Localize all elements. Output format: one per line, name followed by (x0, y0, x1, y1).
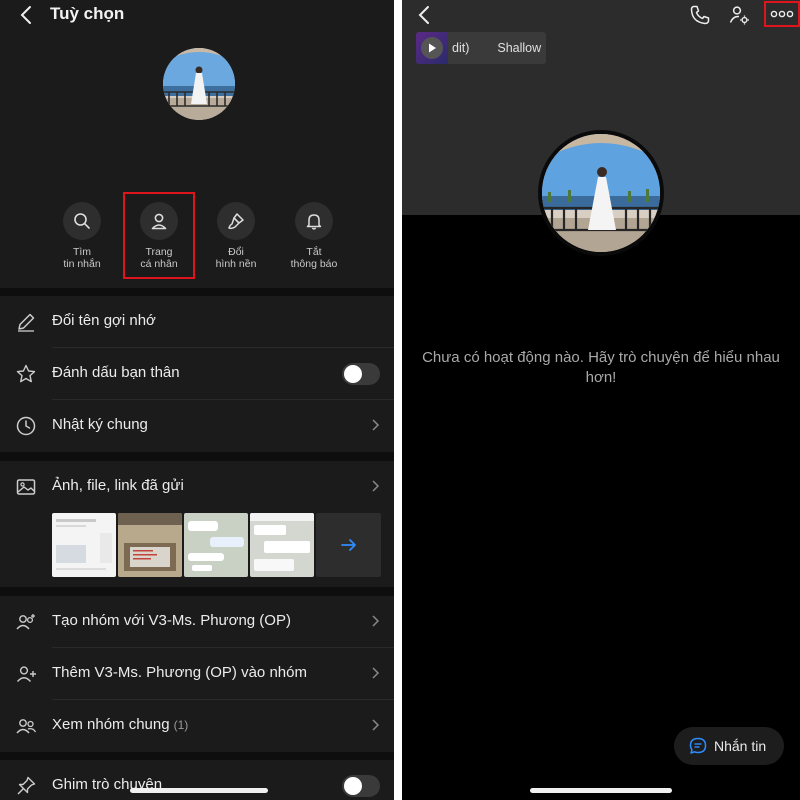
row-label: Ảnh, file, link đã gửi (52, 477, 184, 494)
user-settings-icon (729, 6, 749, 25)
call-button[interactable] (688, 3, 712, 27)
send-message-button[interactable]: Nhắn tin (674, 727, 784, 765)
chevron-right-icon (372, 615, 380, 627)
common-groups-row[interactable]: Xem nhóm chung (1) (0, 700, 394, 752)
star-icon (16, 364, 36, 383)
add-user-icon (16, 666, 36, 682)
search-messages-action[interactable]: Tìm tin nhắn (42, 202, 122, 270)
best-friend-row: Đánh dấu bạn thân (0, 348, 394, 400)
row-label: Nhật ký chung (52, 416, 148, 433)
chevron-right-icon (372, 719, 380, 731)
options-screen: Tuỳ chọn Tìm tin nhắn Trang cá nhân Đổi … (0, 0, 394, 800)
avatar-frame (538, 130, 664, 256)
arrow-right-icon (340, 539, 356, 551)
pencil-icon (18, 313, 35, 332)
view-more-media-button[interactable] (316, 513, 381, 577)
media-thumbnail[interactable] (118, 513, 182, 577)
media-section: Ảnh, file, link đã gửi (0, 461, 394, 587)
avatar[interactable] (542, 134, 660, 252)
rename-row[interactable]: Đổi tên gợi nhớ (0, 296, 394, 348)
pin-chat-toggle[interactable] (342, 775, 380, 797)
group-section: Tạo nhóm với V3-Ms. Phương (OP) Thêm V3-… (0, 596, 394, 752)
group-icon (16, 719, 37, 734)
play-button[interactable] (421, 37, 443, 59)
add-group-icon (16, 614, 35, 630)
pin-section: Ghim trò chuyện (0, 760, 394, 800)
phone-icon (690, 5, 710, 25)
chevron-left-icon (20, 6, 31, 24)
media-thumbnail[interactable] (52, 513, 116, 577)
quick-action-label: thông báo (290, 258, 338, 270)
add-to-group-row[interactable]: Thêm V3-Ms. Phương (OP) vào nhóm (0, 648, 394, 700)
profile-music-player[interactable]: dit) Shallow (416, 32, 546, 64)
chevron-right-icon (372, 480, 380, 492)
album-art (416, 32, 448, 64)
best-friend-toggle[interactable] (342, 363, 380, 385)
row-label: Đánh dấu bạn thân (52, 364, 180, 381)
user-settings-button[interactable] (727, 3, 751, 27)
toggle-knob (344, 777, 362, 795)
pin-chat-row: Ghim trò chuyện (0, 760, 394, 800)
search-icon (74, 213, 90, 229)
quick-action-label: tin nhắn (63, 258, 101, 270)
create-group-row[interactable]: Tạo nhóm với V3-Ms. Phương (OP) (0, 596, 394, 648)
common-groups-count: (1) (173, 718, 189, 732)
music-title: Shallow (497, 41, 542, 55)
chat-bubble-icon (689, 737, 707, 754)
quick-action-label: Tìm (72, 246, 92, 258)
common-groups-label: Xem nhóm chung (52, 716, 170, 733)
pin-icon (17, 776, 36, 795)
clock-icon (16, 416, 36, 436)
mute-notifications-action[interactable]: Tắt thông báo (274, 202, 354, 270)
row-label: Thêm V3-Ms. Phương (OP) vào nhóm (52, 664, 307, 681)
top-bar: Tuỳ chọn (0, 0, 394, 30)
settings-section-1: Đổi tên gợi nhớ Đánh dấu bạn thân Nhật k… (0, 296, 394, 452)
image-icon (16, 479, 36, 495)
row-label: Xem nhóm chung (1) (52, 716, 188, 733)
play-icon (429, 43, 436, 53)
quick-action-label: Tắt (306, 246, 322, 258)
back-button[interactable] (16, 4, 38, 26)
music-title-fragment: dit) (452, 41, 470, 55)
profile-header: Tìm tin nhắn Trang cá nhân Đổi hình nền Tắt… (0, 30, 394, 288)
chevron-left-icon (418, 6, 429, 24)
profile-screen: dit) Shallow Chưa có hoạt động nào. Hãy … (402, 0, 800, 800)
quick-action-label: Đổi (228, 246, 244, 258)
change-wallpaper-action[interactable]: Đổi hình nền (196, 202, 276, 270)
highlight-box (123, 192, 195, 279)
diary-row[interactable]: Nhật ký chung (0, 400, 394, 452)
media-thumbnails (52, 513, 382, 577)
back-button[interactable] (414, 4, 436, 26)
chevron-right-icon (372, 667, 380, 679)
row-label: Đổi tên gợi nhớ (52, 312, 156, 329)
quick-action-label: hình nền (215, 258, 257, 270)
toggle-knob (344, 365, 362, 383)
page-title: Tuỳ chọn (50, 4, 125, 23)
send-message-label: Nhắn tin (714, 738, 767, 754)
more-options-button[interactable] (764, 1, 800, 27)
brush-icon (228, 213, 244, 230)
chevron-right-icon (372, 419, 380, 431)
ellipsis-icon (770, 10, 794, 18)
bell-icon (306, 214, 322, 230)
home-indicator (130, 788, 268, 793)
media-thumbnail[interactable] (184, 513, 248, 577)
row-label: Tạo nhóm với V3-Ms. Phương (OP) (52, 612, 291, 629)
media-row[interactable]: Ảnh, file, link đã gửi (0, 461, 394, 513)
home-indicator (530, 788, 672, 793)
empty-activity-message: Chưa có hoạt động nào. Hãy trò chuyện để… (422, 349, 780, 386)
avatar[interactable] (163, 48, 235, 120)
media-thumbnail[interactable] (250, 513, 314, 577)
